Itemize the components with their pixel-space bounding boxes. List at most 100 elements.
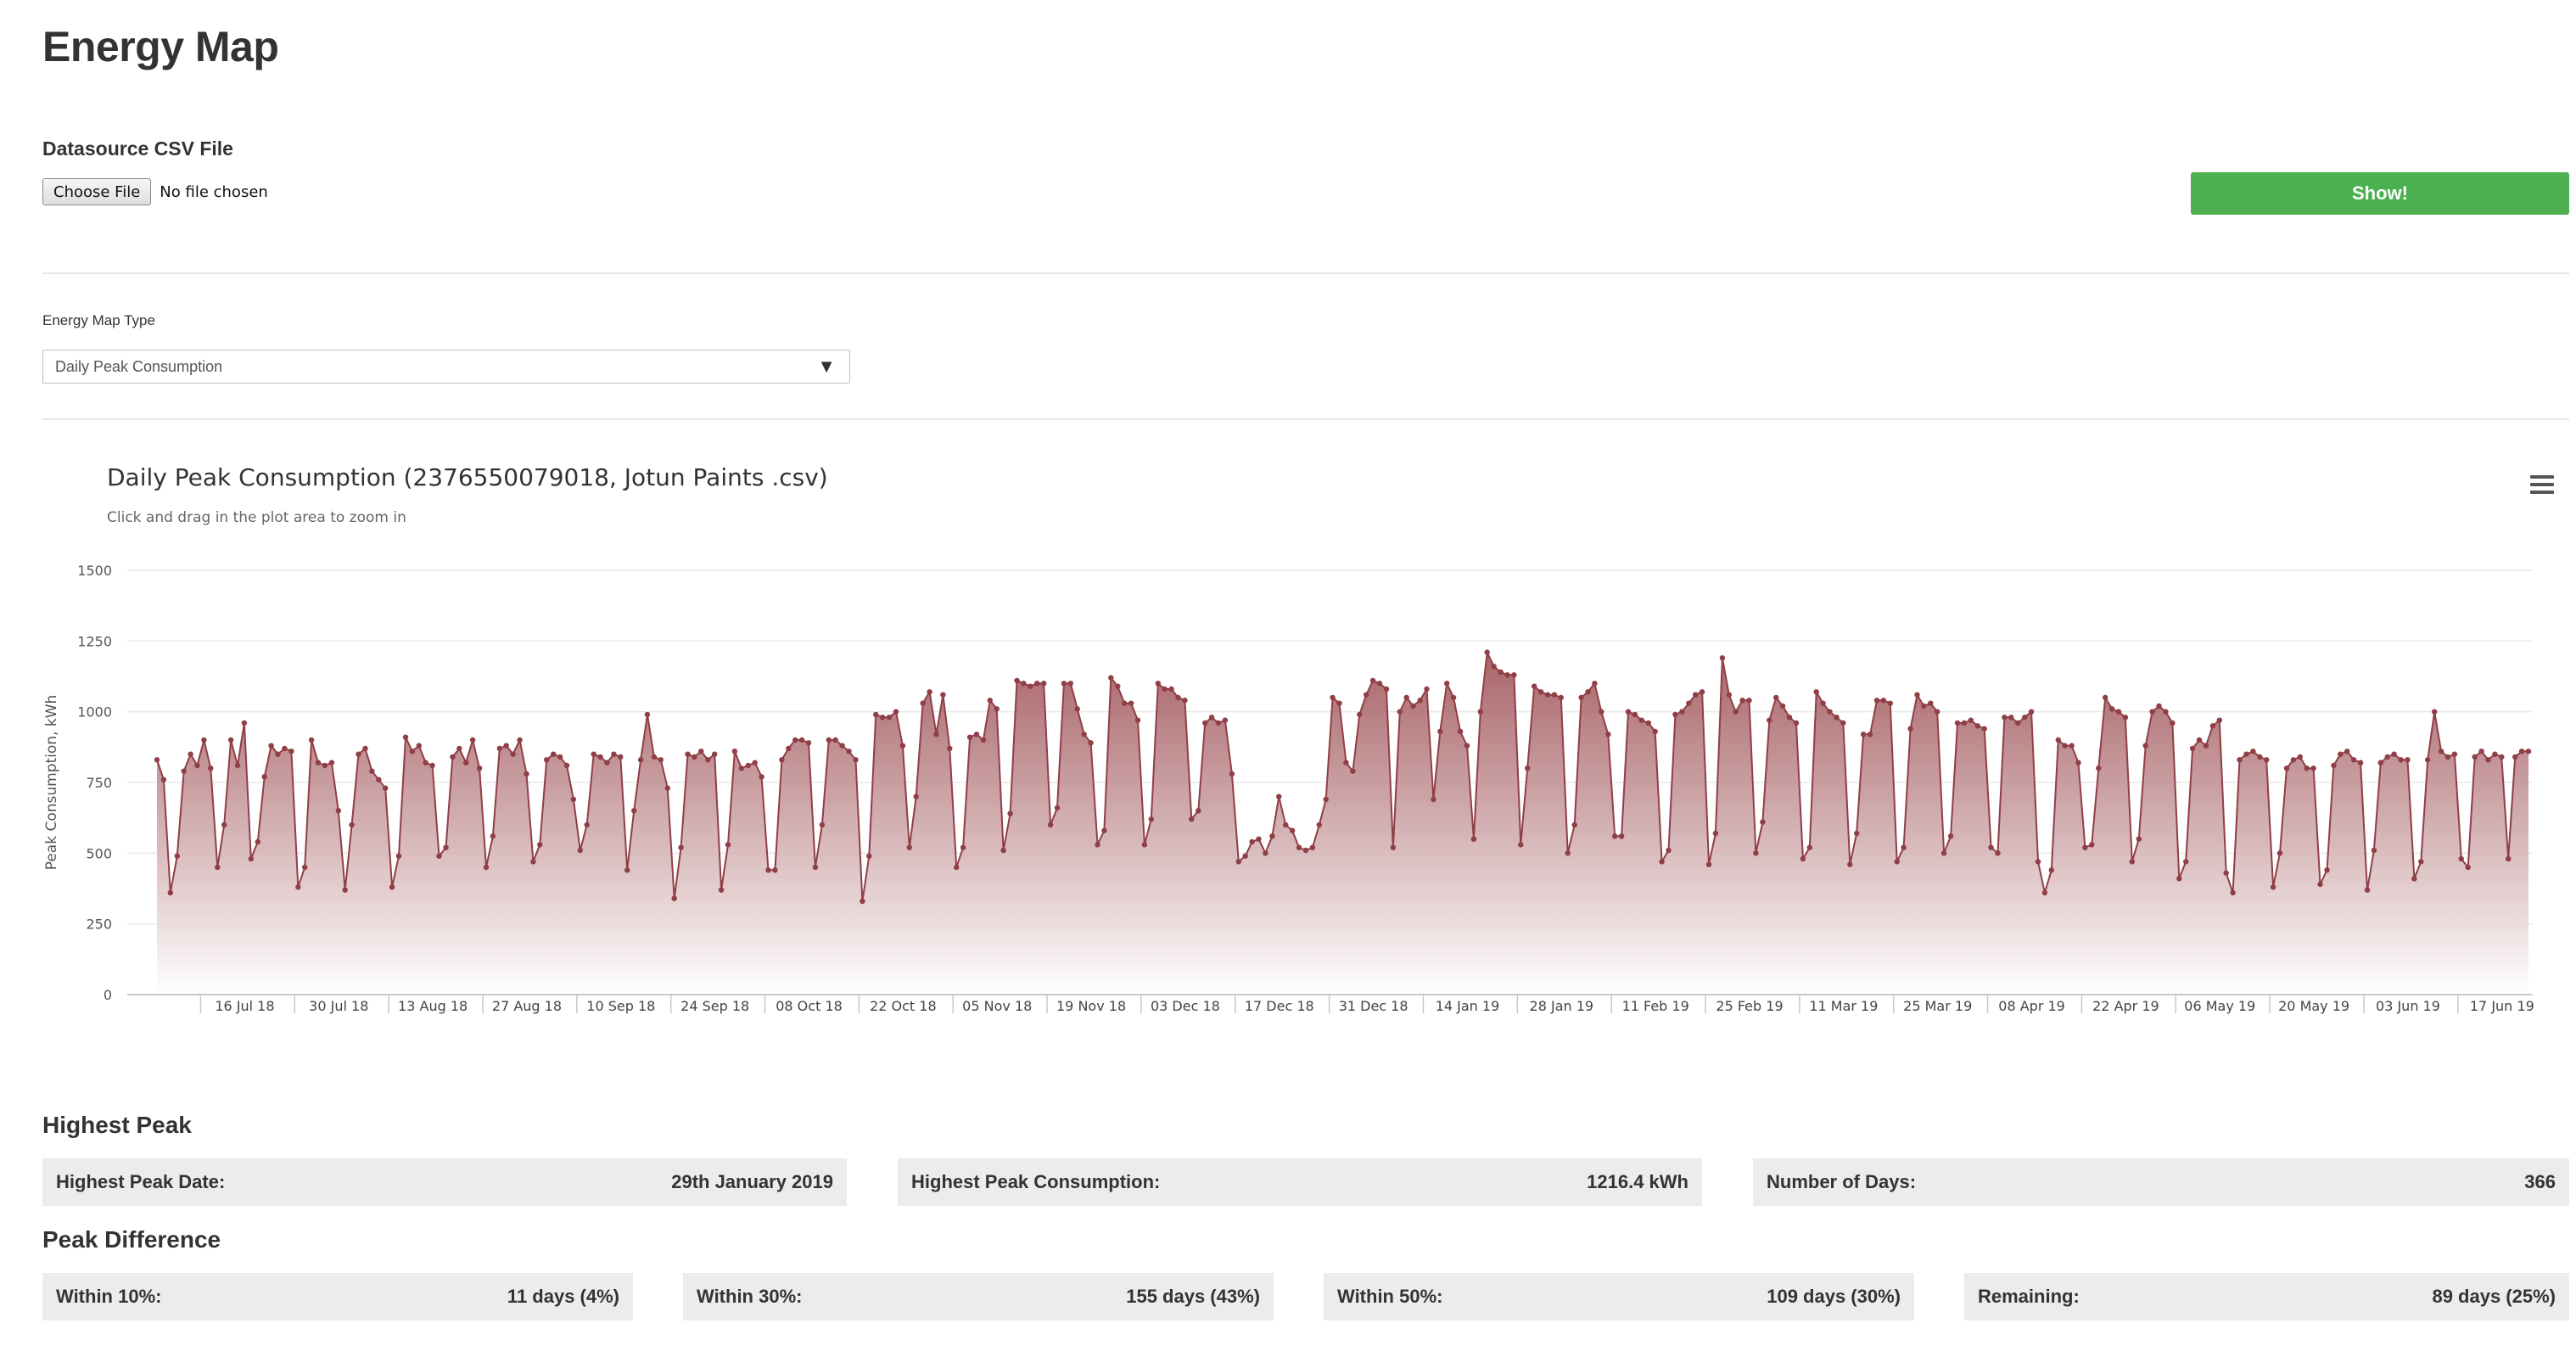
data-point: [1820, 700, 1826, 706]
data-point: [1928, 700, 1934, 706]
data-point: [1242, 853, 1248, 859]
data-point: [1041, 681, 1047, 687]
data-point: [1544, 692, 1551, 698]
data-point: [1450, 694, 1457, 701]
data-point: [1760, 819, 1766, 825]
data-point: [436, 853, 442, 859]
data-point: [308, 737, 315, 743]
data-point: [1007, 810, 1013, 816]
data-point: [954, 864, 960, 871]
data-point: [1357, 711, 1363, 718]
data-point: [1376, 681, 1383, 687]
data-point: [1504, 672, 1510, 678]
peak-consumption-chart[interactable]: 0 250 500 750 1000 1250 1500 Peak Consumption,…: [0, 0, 2576, 1061]
highest-peak-consumption: Highest Peak Consumption: 1216.4 kWh: [898, 1158, 1702, 1206]
data-point: [1397, 709, 1403, 715]
x-tick-label: 05 Nov 18: [962, 998, 1032, 1014]
data-point: [2458, 855, 2464, 862]
data-point: [2276, 850, 2283, 856]
data-point: [2089, 842, 2095, 848]
data-point: [1733, 709, 1739, 715]
data-point: [2357, 760, 2364, 765]
data-point: [1847, 861, 1853, 867]
data-point: [1901, 844, 1907, 850]
data-point: [1834, 715, 1840, 720]
data-point: [1095, 842, 1100, 848]
x-tick-label: 06 May 19: [2184, 998, 2255, 1014]
data-point: [2444, 754, 2451, 760]
x-tick-label: 17 Jun 19: [2470, 998, 2534, 1014]
data-point: [1686, 700, 1692, 706]
data-point: [1571, 821, 1577, 828]
data-point: [886, 715, 893, 720]
data-point: [2170, 720, 2176, 726]
x-tick-label: 17 Dec 18: [1245, 998, 1314, 1014]
data-point: [544, 757, 550, 763]
data-point: [577, 847, 583, 854]
remaining-stat: Remaining: 89 days (25%): [1964, 1273, 2569, 1320]
data-point: [2129, 859, 2135, 865]
data-point: [879, 715, 886, 720]
stat-value: 11 days (4%): [507, 1286, 619, 1307]
data-point: [2156, 703, 2162, 709]
data-point: [383, 785, 389, 791]
data-point: [994, 706, 1000, 712]
x-tick-label: 16 Jul 18: [215, 998, 274, 1014]
data-point: [342, 887, 348, 893]
data-point: [1101, 827, 1107, 833]
data-point: [1940, 850, 1947, 856]
data-point: [268, 743, 274, 748]
data-point: [517, 737, 523, 743]
stat-label: Within 30%:: [697, 1286, 803, 1307]
x-tick-label: 03 Dec 18: [1151, 998, 1220, 1014]
stat-label: Number of Days:: [1767, 1171, 1917, 1192]
data-point: [2176, 876, 2182, 882]
data-point: [1578, 694, 1584, 701]
data-point: [2438, 748, 2444, 754]
stat-value: 1216.4 kWh: [1587, 1171, 1688, 1192]
stat-value: 89 days (25%): [2432, 1286, 2556, 1307]
data-point: [1175, 694, 1181, 701]
data-point: [1202, 720, 1208, 726]
data-point: [194, 762, 200, 769]
within-30-stat: Within 30%: 155 days (43%): [683, 1273, 1274, 1320]
data-point: [2398, 757, 2404, 763]
data-point: [1222, 717, 1229, 723]
data-point: [2189, 745, 2196, 752]
data-point: [2432, 709, 2438, 715]
data-point: [429, 762, 435, 769]
data-point: [1793, 720, 1800, 726]
data-point: [940, 692, 946, 698]
data-point: [2304, 765, 2310, 771]
data-point: [1954, 720, 1961, 726]
x-tick-label: 08 Oct 18: [776, 998, 843, 1014]
data-point: [1302, 847, 1309, 854]
x-tick-label: 20 May 19: [2278, 998, 2349, 1014]
data-point: [2317, 881, 2323, 888]
data-point: [1585, 689, 1591, 695]
data-point: [557, 754, 563, 760]
data-point: [1726, 692, 1733, 698]
data-point: [1652, 728, 1658, 735]
data-point: [2237, 757, 2243, 763]
data-point: [1645, 720, 1652, 726]
data-point: [1484, 649, 1490, 655]
y-tick-label: 1250: [77, 633, 112, 649]
x-tick-label: 27 Aug 18: [492, 998, 562, 1014]
data-point: [1182, 698, 1188, 704]
data-point: [759, 774, 764, 780]
data-point: [1074, 706, 1080, 712]
data-point: [1753, 850, 1759, 856]
data-point: [1867, 732, 1873, 737]
data-point: [980, 737, 987, 743]
data-point: [1115, 683, 1121, 689]
data-point: [947, 745, 953, 752]
data-point: [1672, 711, 1678, 718]
data-point: [1806, 844, 1812, 850]
data-point: [1699, 689, 1705, 695]
data-point: [866, 853, 872, 859]
data-point: [1444, 681, 1450, 687]
data-point: [510, 751, 516, 757]
data-point: [181, 768, 187, 774]
data-point: [819, 821, 826, 828]
